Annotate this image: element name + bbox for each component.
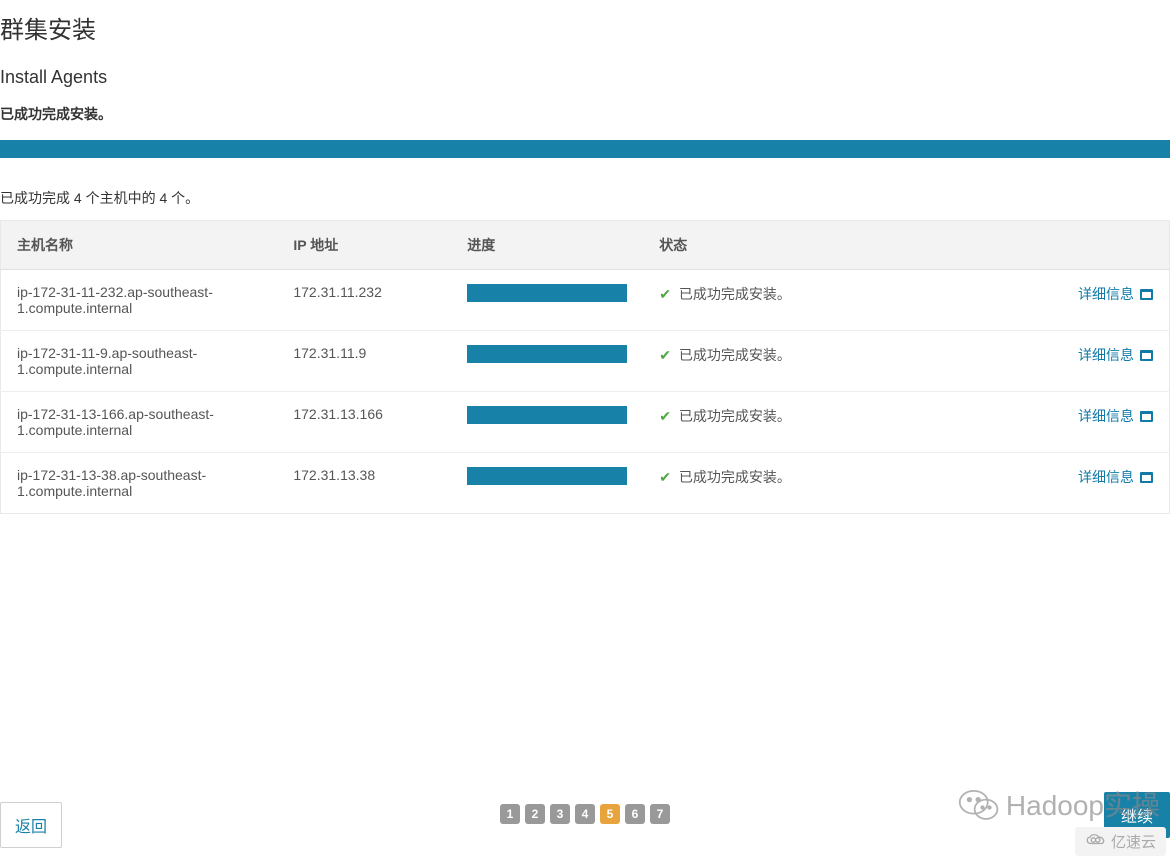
col-header-hostname[interactable]: 主机名称 — [1, 221, 278, 270]
progress-bar — [467, 345, 627, 363]
cell-ip: 172.31.13.38 — [277, 453, 451, 514]
hosts-table: 主机名称 IP 地址 进度 状态 ip-172-31-11-232.ap-sou… — [0, 220, 1170, 514]
progress-bar — [467, 406, 627, 424]
detail-link[interactable]: 详细信息 — [1078, 345, 1153, 365]
new-window-icon — [1140, 350, 1153, 361]
col-header-progress[interactable]: 进度 — [451, 221, 643, 270]
cell-detail: 详细信息 — [986, 392, 1170, 453]
check-icon: ✔ — [659, 408, 671, 425]
cell-progress — [451, 331, 643, 392]
cell-ip: 172.31.11.9 — [277, 331, 451, 392]
cell-hostname: ip-172-31-11-9.ap-southeast-1.compute.in… — [1, 331, 278, 392]
cell-detail: 详细信息 — [986, 270, 1170, 331]
detail-link[interactable]: 详细信息 — [1078, 467, 1153, 487]
col-header-status[interactable]: 状态 — [643, 221, 986, 270]
cell-detail: 详细信息 — [986, 331, 1170, 392]
cell-status: ✔ 已成功完成安装。 — [643, 331, 986, 392]
progress-bar — [467, 284, 627, 302]
new-window-icon — [1140, 289, 1153, 300]
table-row: ip-172-31-11-232.ap-southeast-1.compute.… — [1, 270, 1170, 331]
cell-status: ✔ 已成功完成安装。 — [643, 392, 986, 453]
install-status-message: 已成功完成安装。 — [0, 104, 1170, 124]
table-row: ip-172-31-13-38.ap-southeast-1.compute.i… — [1, 453, 1170, 514]
page-title: 群集安装 — [0, 0, 1170, 49]
cell-ip: 172.31.13.166 — [277, 392, 451, 453]
cell-progress — [451, 270, 643, 331]
table-row: ip-172-31-11-9.ap-southeast-1.compute.in… — [1, 331, 1170, 392]
progress-bar — [467, 467, 627, 485]
col-header-detail — [986, 221, 1170, 270]
cell-hostname: ip-172-31-11-232.ap-southeast-1.compute.… — [1, 270, 278, 331]
footer: 返回 继续 — [0, 794, 1170, 856]
cell-status: ✔ 已成功完成安装。 — [643, 453, 986, 514]
cell-detail: 详细信息 — [986, 453, 1170, 514]
continue-button[interactable]: 继续 — [1104, 792, 1170, 838]
back-button[interactable]: 返回 — [0, 802, 62, 848]
new-window-icon — [1140, 411, 1153, 422]
cell-progress — [451, 392, 643, 453]
cell-hostname: ip-172-31-13-38.ap-southeast-1.compute.i… — [1, 453, 278, 514]
hosts-summary-text: 已成功完成 4 个主机中的 4 个。 — [0, 188, 1170, 208]
page-subtitle: Install Agents — [0, 67, 1170, 88]
cell-ip: 172.31.11.232 — [277, 270, 451, 331]
detail-link[interactable]: 详细信息 — [1078, 406, 1153, 426]
divider-bar — [0, 140, 1170, 158]
check-icon: ✔ — [659, 347, 671, 364]
check-icon: ✔ — [659, 286, 671, 303]
col-header-ip[interactable]: IP 地址 — [277, 221, 451, 270]
check-icon: ✔ — [659, 469, 671, 486]
detail-link[interactable]: 详细信息 — [1078, 284, 1153, 304]
cell-status: ✔ 已成功完成安装。 — [643, 270, 986, 331]
cell-progress — [451, 453, 643, 514]
cell-hostname: ip-172-31-13-166.ap-southeast-1.compute.… — [1, 392, 278, 453]
table-row: ip-172-31-13-166.ap-southeast-1.compute.… — [1, 392, 1170, 453]
new-window-icon — [1140, 472, 1153, 483]
